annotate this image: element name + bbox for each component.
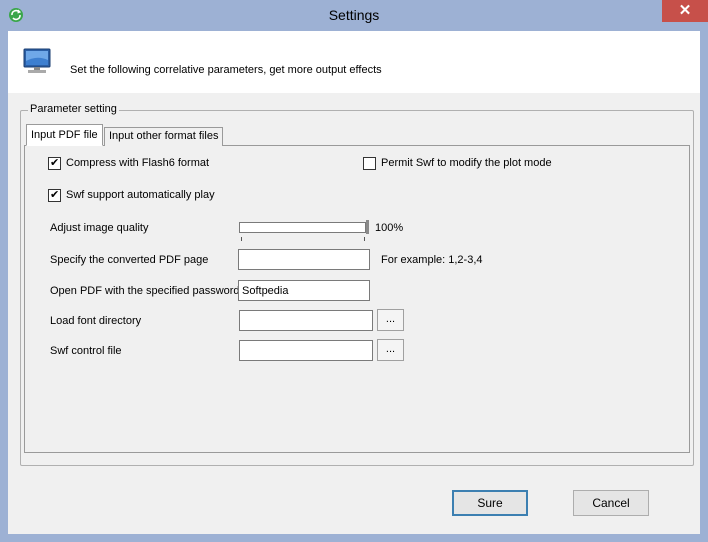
converted-page-input[interactable] <box>238 249 370 270</box>
font-dir-browse-button[interactable]: ... <box>377 309 404 331</box>
image-quality-value: 100% <box>375 222 404 234</box>
password-input[interactable] <box>238 280 370 301</box>
header-description: Set the following correlative parameters… <box>70 64 382 76</box>
title-bar[interactable]: Settings ✕ <box>0 0 708 32</box>
image-quality-label: Adjust image quality <box>50 222 149 234</box>
control-file-browse-button[interactable]: ... <box>377 339 404 361</box>
font-dir-label: Load font directory <box>50 315 142 327</box>
slider-tick-max <box>364 237 365 241</box>
tab-input-pdf[interactable]: Input PDF file <box>26 124 103 146</box>
close-button[interactable]: ✕ <box>662 0 708 22</box>
font-dir-input[interactable] <box>239 310 373 331</box>
password-label: Open PDF with the specified password <box>50 285 240 297</box>
sure-button[interactable]: Sure <box>452 490 528 516</box>
permit-modify-checkbox[interactable] <box>363 157 376 170</box>
tab-input-other[interactable]: Input other format files <box>104 127 224 146</box>
compress-flash6-checkbox[interactable] <box>48 156 61 170</box>
converted-page-hint: For example: 1,2-3,4 <box>381 254 483 266</box>
slider-tick-min <box>241 237 242 241</box>
auto-play-label: Swf support automatically play <box>66 189 215 201</box>
window-title: Settings <box>328 7 380 23</box>
group-label: Parameter setting <box>28 103 119 115</box>
converted-page-label: Specify the converted PDF page <box>50 254 209 266</box>
compress-flash6-label: Compress with Flash6 format <box>66 157 210 169</box>
cancel-button[interactable]: Cancel <box>573 490 649 516</box>
permit-modify-label: Permit Swf to modify the plot mode <box>381 157 552 169</box>
control-file-label: Swf control file <box>50 345 122 357</box>
control-file-input[interactable] <box>239 340 373 361</box>
auto-play-checkbox[interactable] <box>48 188 61 202</box>
image-quality-slider[interactable] <box>239 222 366 233</box>
image-quality-slider-thumb[interactable] <box>366 220 369 234</box>
header-banner: Set the following correlative parameters… <box>8 31 700 93</box>
monitor-icon <box>23 48 51 73</box>
